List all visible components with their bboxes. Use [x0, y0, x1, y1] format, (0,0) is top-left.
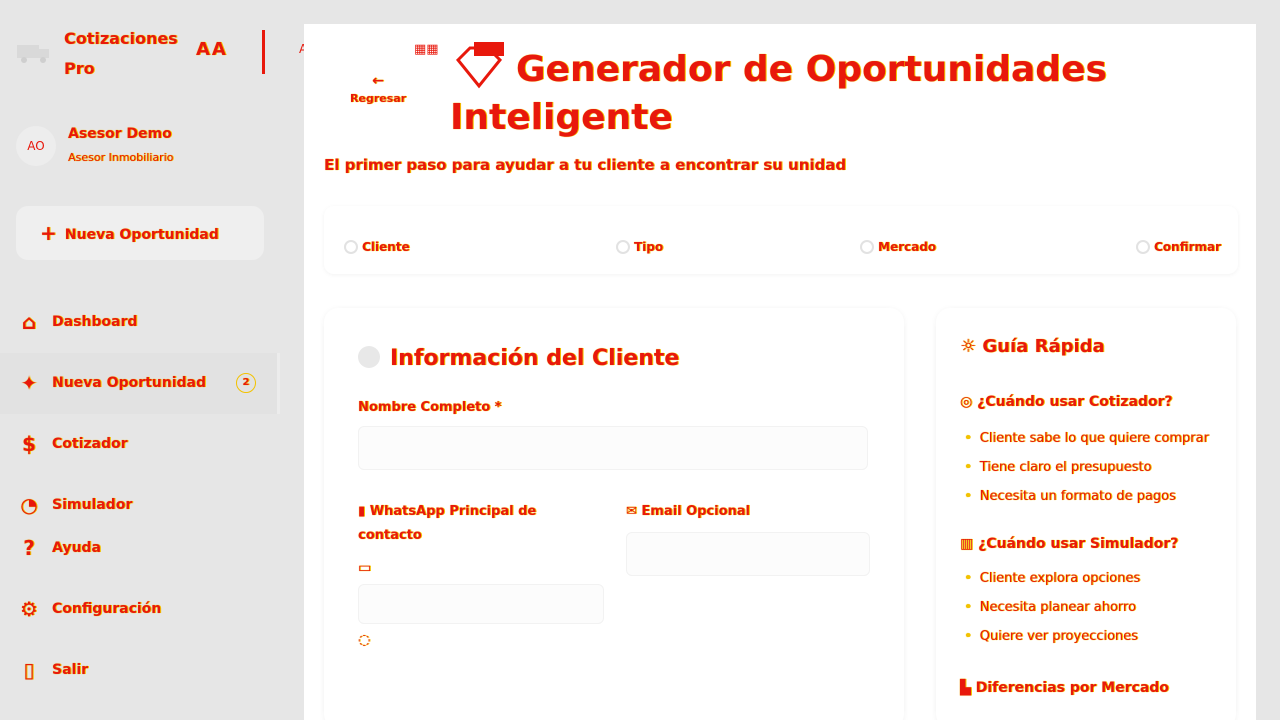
sidebar-bottom-nav: ? Ayuda ⚙ Configuración ▯ Salir	[0, 518, 304, 701]
whatsapp-field[interactable]	[358, 584, 604, 624]
sidebar-item-configuracion[interactable]: ⚙ Configuración	[0, 579, 304, 640]
list-item: Tiene claro el presupuesto	[964, 453, 1209, 482]
target-icon: ◎	[960, 394, 978, 410]
building-icon: ▙	[960, 680, 976, 696]
plus-icon: +	[40, 221, 57, 245]
back-label: Regresar	[349, 92, 407, 105]
brand[interactable]: Cotizaciones Pro AA A	[16, 24, 322, 84]
list-item: Necesita un formato de pagos	[964, 482, 1209, 511]
help-icon: ?	[23, 536, 35, 560]
mercado-heading: ▙ Diferencias por Mercado	[960, 680, 1169, 696]
page-title: Generador de Oportunidades Inteligente	[450, 49, 1107, 138]
sidebar: Cotizaciones Pro AA A AO Asesor Demo Ase…	[0, 0, 322, 720]
sidebar-item-cotizador[interactable]: $ Cotizador	[0, 414, 304, 475]
email-icon: ✉	[626, 504, 642, 519]
arrow-left-icon: ←	[372, 73, 384, 89]
truck-logo-icon	[17, 45, 49, 63]
sidebar-item-nueva-oportunidad[interactable]: ✦ Nueva Oportunidad 2	[0, 353, 280, 414]
step-dot	[860, 240, 874, 254]
name-label: Nombre Completo *	[358, 400, 502, 415]
user-role: Asesor Inmobiliario	[68, 151, 174, 164]
person-icon	[358, 346, 380, 368]
sidebar-item-label: Cotizador	[52, 436, 128, 452]
lightbulb-icon: ☼	[960, 336, 983, 357]
bar-chart-icon: ▥	[960, 536, 979, 552]
cotizador-list: Cliente sabe lo que quiere comprar Tiene…	[964, 424, 1209, 511]
stepper: Cliente Tipo Mercado Confirmar	[324, 206, 1238, 274]
step-confirmar[interactable]: Confirmar	[1136, 240, 1221, 254]
sidebar-item-label: Simulador	[52, 497, 133, 513]
list-item: Quiere ver proyecciones	[964, 622, 1140, 651]
simulador-heading: ▥ ¿Cuándo usar Simulador?	[960, 536, 1179, 552]
flag-icon: ▭	[358, 560, 372, 576]
whatsapp-label: ▮ WhatsApp Principal de contacto	[358, 504, 537, 543]
chart-icon: ◔	[20, 493, 38, 517]
guide-title: ☼ Guía Rápida	[960, 336, 1105, 357]
font-size-control[interactable]: AA	[196, 30, 228, 70]
client-info-card: Información del Cliente Nombre Completo …	[324, 308, 904, 720]
sidebar-item-salir[interactable]: ▯ Salir	[0, 640, 304, 701]
sidebar-nav: ⌂ Dashboard ✦ Nueva Oportunidad 2 $ Coti…	[0, 292, 304, 522]
gear-icon: ⚙	[20, 597, 38, 621]
exit-icon: ▯	[23, 658, 35, 682]
simulador-list: Cliente explora opciones Necesita planea…	[964, 564, 1140, 651]
sidebar-item-label: Configuración	[52, 601, 162, 617]
quick-guide-panel: ☼ Guía Rápida ◎ ¿Cuándo usar Cotizador? …	[936, 308, 1236, 720]
user-name: Asesor Demo	[68, 126, 172, 142]
new-opportunity-label: Nueva Oportunidad	[64, 227, 219, 243]
count-badge: 2	[236, 373, 256, 393]
home-icon: ⌂	[21, 310, 37, 334]
main-panel: ← Regresar ▦▦ Generador de Oportunidades…	[304, 24, 1256, 720]
sidebar-item-label: Salir	[52, 662, 89, 678]
name-field[interactable]	[358, 426, 868, 470]
grid-icon: ▦▦	[414, 42, 439, 57]
list-item: Necesita planear ahorro	[964, 593, 1140, 622]
email-field[interactable]	[626, 532, 870, 576]
step-dot	[344, 240, 358, 254]
email-label: ✉ Email Opcional	[626, 504, 750, 519]
card-title: Información del Cliente	[358, 344, 679, 374]
sidebar-item-label: Ayuda	[52, 540, 101, 556]
step-cliente[interactable]: Cliente	[344, 240, 410, 254]
list-item: Cliente explora opciones	[964, 564, 1140, 593]
sidebar-item-simulador[interactable]: ◔ Simulador	[0, 475, 304, 522]
step-tipo[interactable]: Tipo	[616, 240, 663, 254]
new-opportunity-button[interactable]: + Nueva Oportunidad	[16, 206, 264, 260]
sidebar-item-label: Dashboard	[52, 314, 138, 330]
back-button[interactable]: ← Regresar	[338, 70, 418, 114]
money-icon: $	[22, 432, 36, 456]
step-dot	[1136, 240, 1150, 254]
header-icons: ▦▦	[414, 42, 439, 57]
step-mercado[interactable]: Mercado	[860, 240, 936, 254]
sidebar-item-label: Nueva Oportunidad	[52, 375, 206, 391]
avatar: AO	[16, 126, 56, 166]
step-dot	[616, 240, 630, 254]
user-profile[interactable]: AO Asesor Demo Asesor Inmobiliario	[16, 124, 286, 168]
sidebar-item-ayuda[interactable]: ? Ayuda	[0, 518, 304, 579]
brand-name: Cotizaciones Pro	[64, 29, 178, 78]
sidebar-item-dashboard[interactable]: ⌂ Dashboard	[0, 292, 304, 353]
phone-icon: ▮	[358, 504, 370, 519]
cotizador-heading: ◎ ¿Cuándo usar Cotizador?	[960, 394, 1173, 410]
page-subtitle: El primer paso para ayudar a tu cliente …	[324, 156, 847, 174]
sparkle-icon: ✦	[20, 371, 38, 395]
list-item: Cliente sabe lo que quiere comprar	[964, 424, 1209, 453]
chat-icon: ◌	[358, 632, 371, 648]
